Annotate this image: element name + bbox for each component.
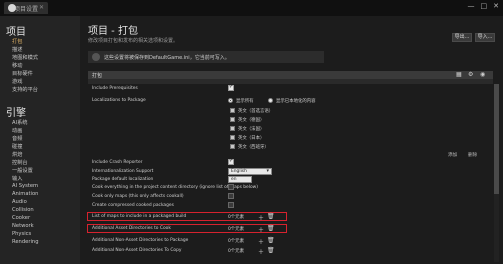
- label-include-crash-reporter: Include Crash Reporter: [92, 160, 143, 165]
- page-description: 修改项目打包和发布的相关选项和设置。: [88, 38, 179, 44]
- sidebar-item-maps-modes[interactable]: 地图和模式: [12, 54, 38, 61]
- sidebar-item-engine[interactable]: AI System: [12, 183, 38, 189]
- sidebar-item-engine[interactable]: Collision: [12, 207, 34, 213]
- unreal-logo-icon: [8, 4, 16, 12]
- add-element-icon[interactable]: ＋: [258, 225, 264, 234]
- cook-only-maps-checkbox[interactable]: [228, 193, 234, 199]
- title-bar: 项目设置 ✕ — □ ✕: [0, 0, 503, 16]
- delete-icon[interactable]: 🗑: [267, 237, 275, 244]
- label-additional-asset-dirs: Additional Asset Directories to Cook: [92, 226, 171, 231]
- delete-icon[interactable]: 🗑: [267, 225, 275, 232]
- sidebar-item-supported-platforms[interactable]: 支持的平台: [12, 86, 38, 93]
- language-item: 英文（西班牙）: [238, 145, 269, 150]
- nonasset-package-count: 0个元素: [228, 239, 244, 244]
- add-element-icon[interactable]: ＋: [258, 237, 264, 246]
- sidebar-item-engine[interactable]: 一般设置: [12, 167, 33, 174]
- add-element-icon[interactable]: ＋: [258, 247, 264, 256]
- export-button[interactable]: 导出...: [452, 33, 472, 42]
- show-localized-label: 显示已本地化的内容: [276, 99, 316, 104]
- delete-icon[interactable]: 🗑: [267, 213, 275, 220]
- label-cook-only-maps: Cook only maps (this only affects cookal…: [92, 194, 184, 199]
- import-button[interactable]: 导入...: [475, 33, 495, 42]
- sidebar-item-engine[interactable]: 输入: [12, 175, 22, 182]
- remove-language-link[interactable]: 删除: [468, 152, 477, 158]
- sidebar-item-engine[interactable]: 音频: [12, 135, 22, 142]
- language-checkbox[interactable]: [230, 108, 235, 113]
- info-icon: [92, 53, 100, 61]
- close-tab-icon[interactable]: ✕: [39, 4, 44, 11]
- include-prerequisites-checkbox[interactable]: [228, 84, 234, 91]
- settings-icon[interactable]: ⚙: [468, 71, 473, 78]
- list-of-maps-count: 0个元素: [228, 215, 244, 220]
- label-localizations: Localizations to Package: [92, 98, 146, 103]
- label-list-of-maps: List of maps to include in a packaged bu…: [92, 214, 187, 219]
- sidebar-item-engine[interactable]: 烘焙: [12, 151, 22, 158]
- label-nonasset-copy: Additional Non-Asset Directories To Copy: [92, 248, 182, 253]
- grid-view-icon[interactable]: ▦: [456, 71, 462, 78]
- language-checkbox[interactable]: [230, 126, 235, 131]
- sidebar-item-engine[interactable]: 碰撞: [12, 143, 22, 150]
- settings-search-input[interactable]: [88, 79, 493, 84]
- sidebar-item-movies[interactable]: 移动: [12, 62, 22, 69]
- label-nonasset-package: Additional Non-Asset Directories to Pack…: [92, 238, 189, 243]
- page-title: 项目 - 打包: [88, 26, 138, 37]
- sidebar-section-engine: 引擎: [6, 108, 26, 119]
- section-header-packaging[interactable]: 打包: [88, 71, 493, 79]
- sidebar-item-description[interactable]: 描述: [12, 46, 22, 53]
- create-compressed-checkbox[interactable]: [228, 202, 234, 208]
- tab-label: 项目设置: [14, 6, 39, 13]
- tab-project-settings[interactable]: 项目设置 ✕: [4, 2, 48, 14]
- language-checkbox[interactable]: [230, 117, 235, 122]
- label-include-prerequisites: Include Prerequisites: [92, 86, 138, 91]
- vertical-scrollbar[interactable]: [494, 84, 499, 262]
- close-button[interactable]: ✕: [493, 2, 499, 10]
- label-create-compressed: Create compressed cooked packages: [92, 203, 174, 208]
- label-internationalization: Internationalization Support: [92, 169, 154, 174]
- sidebar-item-engine[interactable]: AI系统: [12, 119, 27, 126]
- language-item: 英文（法国）: [238, 127, 265, 132]
- show-all-radio[interactable]: [228, 98, 233, 103]
- delete-icon[interactable]: 🗑: [267, 247, 275, 254]
- language-checkbox[interactable]: [230, 144, 235, 149]
- nonasset-copy-count: 0个元素: [228, 249, 244, 254]
- sidebar-item-engine[interactable]: Audio: [12, 199, 27, 205]
- sidebar-item-engine[interactable]: Animation: [12, 191, 38, 197]
- additional-asset-dirs-count: 0个元素: [228, 227, 244, 232]
- sidebar-item-engine[interactable]: 动画: [12, 127, 22, 134]
- sidebar-item-engine[interactable]: Rendering: [12, 239, 39, 245]
- notice-text: 这些设置将被保存到DefaultGame.ini，它当前可写入。: [104, 55, 230, 61]
- sidebar-section-project: 项目: [6, 27, 26, 38]
- package-default-localization-input[interactable]: en: [228, 176, 252, 183]
- internationalization-dropdown[interactable]: English: [228, 168, 272, 175]
- config-notice: 这些设置将被保存到DefaultGame.ini，它当前可写入。: [88, 51, 324, 63]
- maximize-button[interactable]: □: [481, 2, 488, 10]
- sidebar-item-target-hardware[interactable]: 目标硬件: [12, 70, 33, 77]
- cook-everything-checkbox[interactable]: [228, 184, 234, 190]
- window-controls: — □ ✕: [468, 2, 500, 10]
- sidebar-item-engine[interactable]: Network: [12, 223, 34, 229]
- sidebar-item-engine[interactable]: Cooker: [12, 215, 30, 221]
- sidebar-item-game[interactable]: 游戏: [12, 78, 22, 85]
- minimize-button[interactable]: —: [468, 2, 475, 10]
- show-all-label: 显示所有: [236, 99, 254, 104]
- add-element-icon[interactable]: ＋: [258, 213, 264, 222]
- sidebar-item-engine[interactable]: 控制台: [12, 159, 28, 166]
- eye-icon[interactable]: ◉: [480, 71, 485, 78]
- sidebar-item-engine[interactable]: Physics: [12, 231, 31, 237]
- scrollbar-thumb[interactable]: [494, 84, 499, 194]
- sidebar-item-packaging[interactable]: 打包: [12, 38, 22, 45]
- language-item: 英文（德国）: [238, 118, 265, 123]
- include-crash-reporter-checkbox[interactable]: [228, 158, 234, 165]
- label-package-default-localization: Package default localization: [92, 177, 154, 182]
- language-item: 英文（日本）: [238, 136, 265, 141]
- show-localized-radio[interactable]: [268, 98, 273, 103]
- add-language-link[interactable]: 添加: [448, 152, 457, 158]
- language-checkbox[interactable]: [230, 135, 235, 140]
- language-item: 英文（首选言语）: [238, 109, 274, 114]
